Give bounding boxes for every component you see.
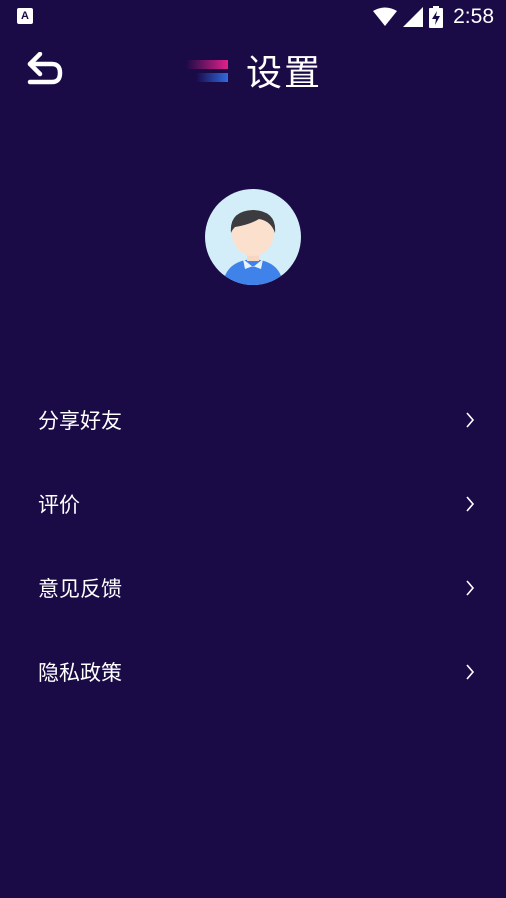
menu-item-label: 分享好友: [38, 409, 122, 433]
status-bar: A 2:58: [0, 0, 506, 34]
menu-item-privacy-policy[interactable]: 隐私政策: [0, 630, 506, 714]
page-title: 设置: [246, 53, 323, 94]
user-avatar-icon: [223, 210, 283, 285]
app-notification-icon: A: [17, 8, 33, 24]
back-button[interactable]: [20, 48, 68, 92]
chevron-right-icon: [466, 412, 475, 428]
menu-item-feedback[interactable]: 意见反馈: [0, 546, 506, 630]
status-indicators: 2:58: [373, 4, 494, 30]
avatar[interactable]: [205, 189, 301, 285]
status-time: 2:58: [453, 5, 494, 28]
back-arrow-icon: [27, 52, 63, 85]
signal-icon: [403, 7, 424, 27]
chevron-right-icon: [466, 580, 475, 596]
title-decoration-icon: [186, 60, 228, 82]
battery-charging-icon: [429, 6, 444, 28]
menu-item-label: 隐私政策: [38, 661, 122, 685]
wifi-icon: [373, 7, 398, 26]
menu-item-label: 评价: [38, 493, 80, 517]
menu-item-label: 意见反馈: [38, 577, 122, 601]
menu-item-share-friends[interactable]: 分享好友: [0, 378, 506, 462]
chevron-right-icon: [466, 664, 475, 680]
settings-menu: 分享好友 评价 意见反馈 隐私政策: [0, 378, 506, 714]
chevron-right-icon: [466, 496, 475, 512]
menu-item-rate[interactable]: 评价: [0, 462, 506, 546]
title-group: 设置: [186, 44, 322, 96]
header-bar: 设置: [0, 34, 506, 106]
